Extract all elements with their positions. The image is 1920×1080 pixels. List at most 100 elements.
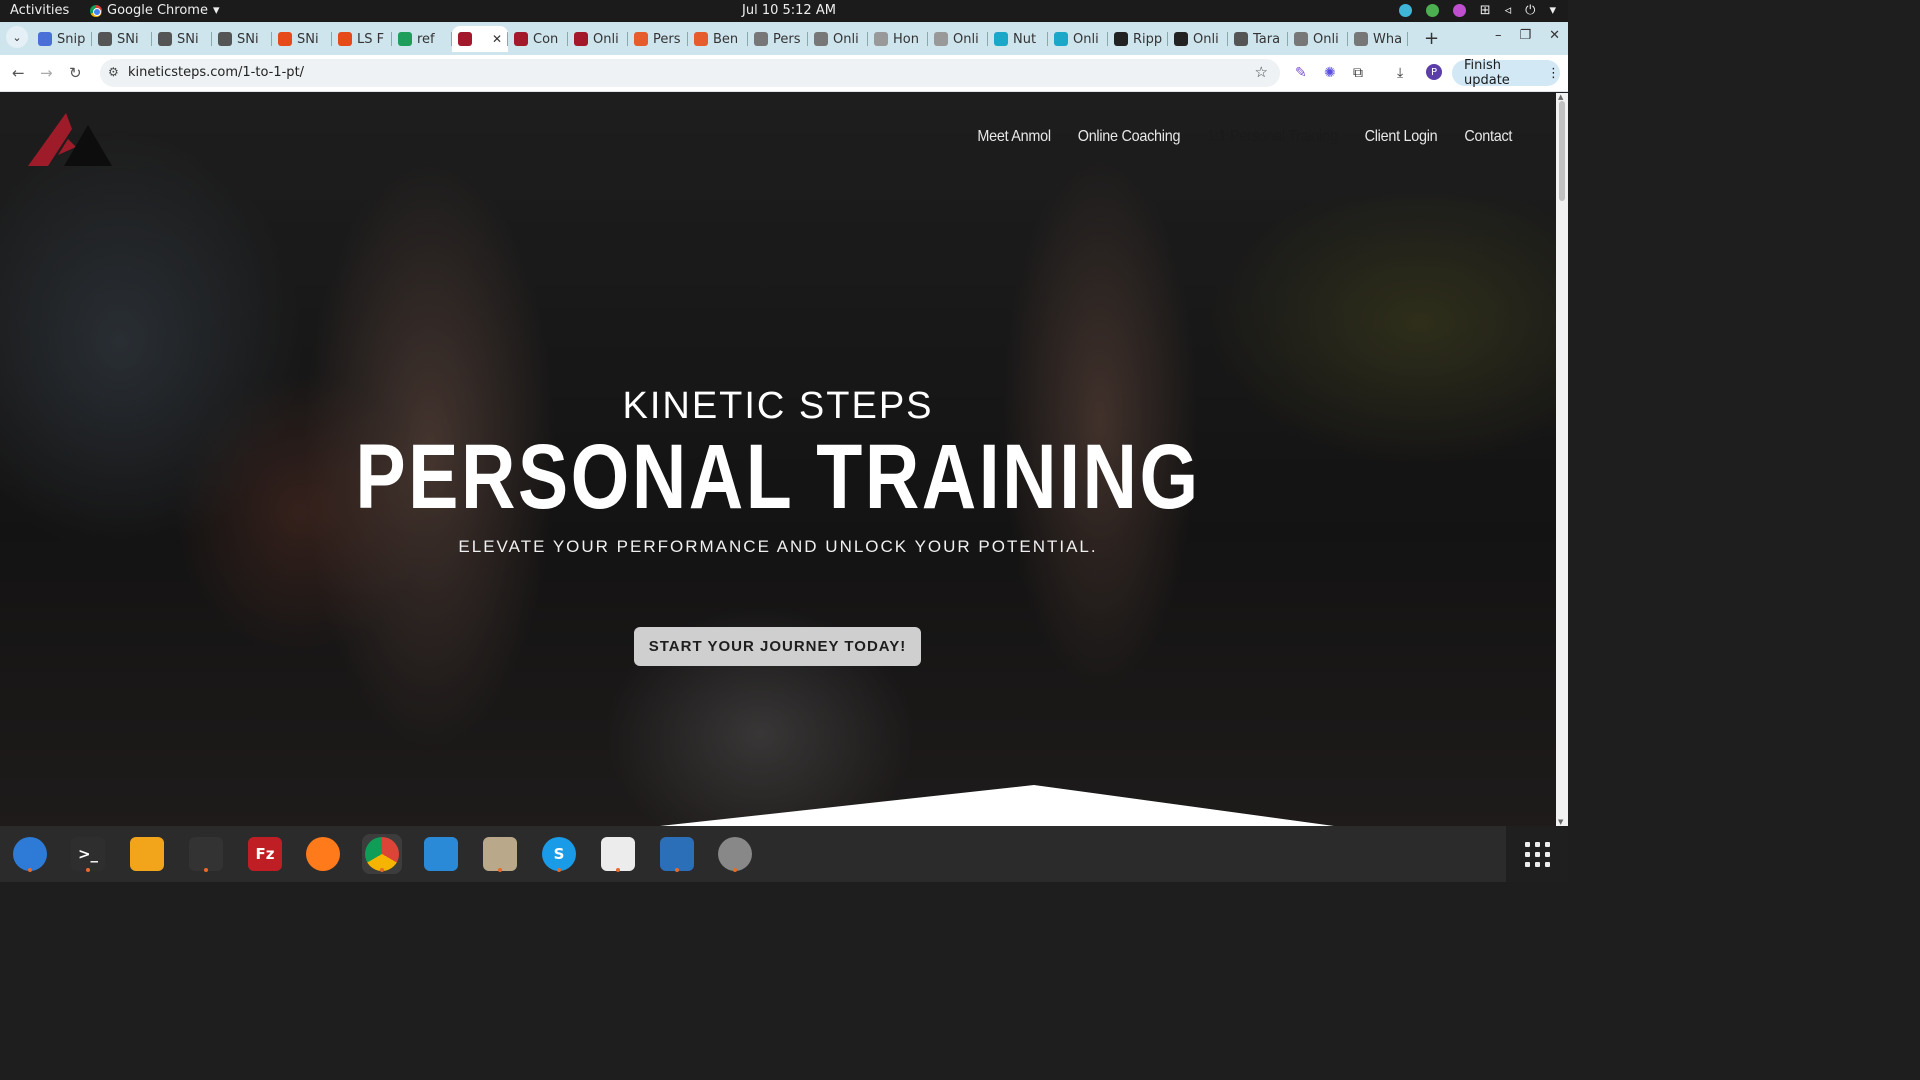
tab[interactable]: Wha	[1348, 26, 1408, 52]
filezilla-icon[interactable]: Fz	[245, 834, 285, 874]
tab[interactable]: Onli	[1048, 26, 1108, 52]
system-monitor-icon[interactable]	[186, 834, 226, 874]
scroll-up-icon[interactable]: ▲	[1558, 93, 1563, 101]
bookmark-star-icon[interactable]: ☆	[1255, 63, 1268, 81]
disk-utility-icon[interactable]	[715, 834, 755, 874]
tab[interactable]: SNi	[272, 26, 332, 52]
close-tab-icon[interactable]: ✕	[492, 32, 502, 46]
tab[interactable]: Onli	[568, 26, 628, 52]
page-scrollbar[interactable]: ▲ ▼	[1556, 93, 1568, 826]
chrome-icon[interactable]	[362, 834, 402, 874]
tab-favicon-icon	[574, 32, 588, 46]
profile-avatar[interactable]: P	[1426, 64, 1442, 80]
tab[interactable]: Onli	[1168, 26, 1228, 52]
site-info-icon[interactable]: ⚙	[108, 65, 119, 79]
caret-down-icon: ▾	[212, 3, 220, 18]
tab-title: SNi	[237, 31, 259, 47]
tab[interactable]: Ripp	[1108, 26, 1168, 52]
tab[interactable]: Nut	[988, 26, 1048, 52]
start-journey-button[interactable]: START YOUR JOURNEY TODAY!	[634, 627, 921, 666]
restore-icon[interactable]: ❐	[1519, 28, 1531, 43]
forward-arrow-icon[interactable]: →	[40, 64, 53, 82]
tab[interactable]: ref	[392, 26, 452, 52]
running-indicator	[86, 868, 90, 872]
tab[interactable]: SNi	[152, 26, 212, 52]
tab[interactable]: Onli	[928, 26, 988, 52]
network-icon[interactable]: ⊞	[1480, 3, 1491, 18]
pen-extension-icon[interactable]: ✎	[1295, 65, 1307, 81]
tab[interactable]: LS F	[332, 26, 392, 52]
terminal-icon[interactable]: >_	[68, 834, 108, 874]
text-editor-icon[interactable]	[598, 834, 638, 874]
reload-icon[interactable]: ↻	[69, 64, 82, 82]
extension-indicator-icon[interactable]	[1425, 4, 1439, 17]
download-icon[interactable]: ⤓	[1397, 65, 1403, 81]
minimize-icon[interactable]: –	[1495, 28, 1502, 43]
tab[interactable]: Pers	[748, 26, 808, 52]
show-apps-button[interactable]	[1506, 826, 1568, 882]
tab-favicon-icon	[934, 32, 948, 46]
tab[interactable]: Pers	[628, 26, 688, 52]
tab[interactable]: Ben	[688, 26, 748, 52]
nav-link-meet-anmol[interactable]: Meet Anmol	[977, 128, 1051, 146]
running-indicator	[616, 868, 620, 872]
kinetic-steps-logo[interactable]	[28, 111, 112, 167]
thunderbird-icon[interactable]	[10, 834, 50, 874]
caret-down-icon[interactable]: ▾	[1549, 3, 1556, 18]
sync-icon[interactable]	[1398, 4, 1412, 17]
skype-icon[interactable]: S	[539, 834, 579, 874]
firefox-glyph	[306, 837, 340, 871]
tab[interactable]: Hon	[868, 26, 928, 52]
activities-button[interactable]: Activities	[10, 3, 69, 18]
tab-favicon-icon	[1114, 32, 1128, 46]
tab-favicon-icon	[278, 32, 292, 46]
back-arrow-icon[interactable]: ←	[12, 64, 25, 82]
tab-title: LS F	[357, 31, 385, 47]
tab-search-button[interactable]: ⌄	[6, 26, 28, 48]
vscode-icon[interactable]	[421, 834, 461, 874]
extensions-puzzle-icon[interactable]: ⧉	[1353, 65, 1363, 81]
web-page: Meet Anmol Online Coaching 1:1 Personal Tr…	[0, 93, 1556, 826]
new-tab-button[interactable]: +	[1424, 28, 1439, 49]
nav-link-client-login[interactable]: Client Login	[1364, 128, 1437, 146]
tab[interactable]: SNi	[92, 26, 152, 52]
tab-title: Con	[533, 31, 559, 47]
tab[interactable]: Onli	[1288, 26, 1348, 52]
color-picker-icon[interactable]	[1452, 4, 1466, 17]
volume-icon[interactable]: ◃	[1505, 3, 1512, 18]
system-tray[interactable]: ⊞ ◃ ⏻ ▾	[1398, 3, 1556, 18]
gear-extension-icon[interactable]: ✺	[1324, 65, 1336, 81]
hero-title: PERSONAL TRAINING	[355, 426, 1201, 528]
url-text[interactable]: kineticsteps.com/1-to-1-pt/	[128, 65, 304, 80]
tab[interactable]: Snip	[32, 26, 92, 52]
scroll-thumb[interactable]	[1559, 101, 1565, 201]
tab-title: Tara	[1253, 31, 1281, 47]
address-bar[interactable]: ⚙ kineticsteps.com/1-to-1-pt/ ☆	[100, 59, 1280, 87]
calculator-icon[interactable]	[127, 834, 167, 874]
document-viewer-icon[interactable]	[657, 834, 697, 874]
nav-link-online-coaching[interactable]: Online Coaching	[1078, 128, 1181, 146]
scroll-down-icon[interactable]: ▼	[1558, 818, 1563, 826]
files-icon[interactable]	[480, 834, 520, 874]
hero-subtitle: KINETIC STEPS	[622, 385, 934, 427]
tab-title: Hon	[893, 31, 919, 47]
finish-update-button[interactable]: Finish update ⋮	[1452, 58, 1560, 88]
tab[interactable]: SNi	[212, 26, 272, 52]
tab-active[interactable]: ✕	[452, 26, 508, 52]
window-controls: – ❐ ✕	[1495, 28, 1560, 43]
tab[interactable]: Con	[508, 26, 568, 52]
tab-favicon-icon	[458, 32, 472, 46]
close-icon[interactable]: ✕	[1549, 28, 1560, 43]
dock: >_ Fz S	[0, 826, 1568, 882]
tab[interactable]: Onli	[808, 26, 868, 52]
power-icon[interactable]: ⏻	[1525, 3, 1535, 18]
thunderbird-glyph	[13, 837, 47, 871]
app-menu[interactable]: Google Chrome ▾	[90, 3, 220, 18]
running-indicator	[557, 868, 561, 872]
app-name-label: Google Chrome	[107, 3, 208, 18]
firefox-icon[interactable]	[303, 834, 343, 874]
clock[interactable]: Jul 10 5:12 AM	[742, 3, 836, 18]
nav-link-1-1-personal-training[interactable]: 1:1 Personal Training	[1207, 128, 1338, 146]
tab[interactable]: Tara	[1228, 26, 1288, 52]
nav-link-contact[interactable]: Contact	[1464, 128, 1512, 146]
